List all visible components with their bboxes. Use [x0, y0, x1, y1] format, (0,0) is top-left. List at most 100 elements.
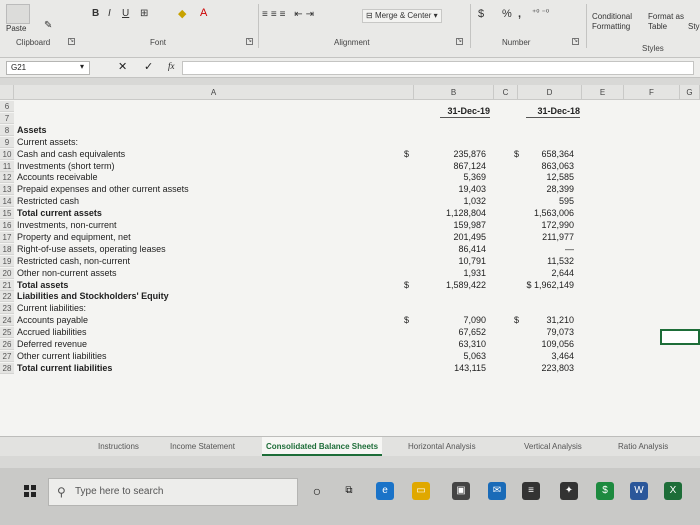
row-header[interactable]: 18	[0, 243, 14, 255]
dropbox-icon[interactable]: ✦	[560, 482, 578, 500]
row-header[interactable]: 23	[0, 303, 14, 315]
clipboard-launcher-icon[interactable]: ↘	[68, 38, 75, 45]
currency-button[interactable]: $	[478, 8, 484, 20]
row-header[interactable]: 6	[0, 101, 14, 112]
value-2019[interactable]: 867,124	[426, 161, 486, 172]
row-label[interactable]: Total current liabilities	[17, 363, 112, 374]
value-2019[interactable]: 1,589,422	[426, 280, 486, 291]
app-icon[interactable]: ≡	[522, 482, 540, 500]
row-header[interactable]: 10	[0, 148, 14, 160]
paste-icon[interactable]	[6, 4, 30, 24]
value-2018[interactable]: 211,977	[516, 232, 574, 243]
underline-button[interactable]: U	[122, 8, 129, 19]
value-2019[interactable]: 86,414	[426, 244, 486, 255]
store-icon[interactable]: ▣	[452, 482, 470, 500]
table-row[interactable]: 16 Investments, non-current 159,987 172,990	[0, 220, 700, 232]
row-label[interactable]: Assets	[17, 125, 47, 136]
row-header[interactable]: 11	[0, 160, 14, 172]
name-box-dropdown-icon[interactable]: ▾	[80, 62, 84, 71]
row-label[interactable]: Total current assets	[17, 208, 102, 219]
row-header[interactable]: 14	[0, 196, 14, 208]
row-label[interactable]: Other non-current assets	[17, 268, 117, 279]
table-row[interactable]: 17 Property and equipment, net 201,495 211,…	[0, 231, 700, 244]
value-2019[interactable]: 10,791	[426, 256, 486, 267]
value-2018[interactable]: 79,073	[516, 327, 574, 338]
table-row[interactable]: 13 Prepaid expenses and other current ass…	[0, 184, 700, 196]
value-2018[interactable]: 658,364	[516, 149, 574, 160]
row-header[interactable]: 19	[0, 255, 14, 267]
value-2018[interactable]: 172,990	[516, 220, 574, 231]
tab-income-statement[interactable]: Income Statement	[166, 437, 239, 456]
row-label[interactable]: Investments, non-current	[17, 220, 117, 231]
value-2019[interactable]: 63,310	[426, 339, 486, 350]
column-header-c[interactable]: C	[494, 85, 518, 100]
merge-center-button[interactable]: ⊟ Merge & Center ▾	[362, 9, 442, 23]
table-row[interactable]: 10 Cash and cash equivalents $235,876 $658,…	[0, 148, 700, 161]
finance-app-icon[interactable]: $	[596, 482, 614, 500]
value-2019[interactable]: 201,495	[426, 232, 486, 243]
table-row[interactable]: 23 Current liabilities:	[0, 303, 700, 315]
row-header[interactable]: 16	[0, 220, 14, 231]
table-row[interactable]: 12 Accounts receivable 5,369 12,585	[0, 172, 700, 184]
select-all-corner[interactable]	[0, 85, 14, 100]
row-header[interactable]: 21	[0, 279, 14, 291]
value-2019[interactable]: 235,876	[426, 149, 486, 160]
value-2019[interactable]: 19,403	[426, 184, 486, 195]
italic-button[interactable]: I	[108, 8, 111, 19]
excel-icon[interactable]: X	[664, 482, 682, 500]
row-label[interactable]: Restricted cash	[17, 196, 79, 207]
tab-ratio-analysis[interactable]: Ratio Analysis	[614, 437, 672, 456]
row-label[interactable]: Current liabilities:	[17, 303, 86, 314]
tab-consolidated-balance-sheets[interactable]: Consolidated Balance Sheets	[262, 437, 383, 456]
file-explorer-icon[interactable]: ▭	[412, 482, 430, 500]
tab-vertical-analysis[interactable]: Vertical Analysis	[520, 437, 586, 456]
row-header[interactable]: 27	[0, 350, 14, 362]
value-2019[interactable]: 67,652	[426, 327, 486, 338]
value-2019[interactable]: 5,063	[426, 351, 486, 362]
row-label[interactable]: Prepaid expenses and other current asset…	[17, 184, 189, 195]
value-2018[interactable]: 12,585	[516, 172, 574, 183]
name-box[interactable]: G21	[6, 61, 90, 75]
row-label[interactable]: Investments (short term)	[17, 161, 115, 172]
alignment-launcher-icon[interactable]: ↘	[456, 38, 463, 45]
decimal-icons[interactable]: ⁺⁰ ⁻⁰	[532, 8, 549, 17]
paste-button[interactable]: Paste	[6, 24, 26, 33]
table-row[interactable]: 20 Other non-current assets 1,931 2,644	[0, 267, 700, 280]
row-label[interactable]: Cash and cash equivalents	[17, 149, 125, 160]
tab-instructions[interactable]: Instructions	[94, 437, 143, 456]
windows-start-icon[interactable]	[24, 485, 36, 497]
taskbar-search-input[interactable]: ⚲ Type here to search	[48, 478, 298, 506]
column-header-a[interactable]: A	[14, 85, 414, 100]
row-label[interactable]: Property and equipment, net	[17, 232, 131, 243]
cell-styles-button[interactable]: Sty	[688, 22, 700, 31]
font-color-icon[interactable]: A	[200, 7, 207, 19]
value-2019[interactable]: 143,115	[426, 363, 486, 374]
row-header[interactable]: 7	[0, 112, 14, 124]
task-view-icon[interactable]: ⧉	[340, 482, 358, 500]
value-2018[interactable]: 223,803	[516, 363, 574, 374]
align-icons[interactable]: ≡≡≡ ⇤⇥	[262, 9, 317, 20]
mail-icon[interactable]: ✉	[488, 482, 506, 500]
value-2018[interactable]: 3,464	[516, 351, 574, 362]
table-row[interactable]: 19 Restricted cash, non-current 10,791 11,5…	[0, 255, 700, 268]
row-header[interactable]: 25	[0, 327, 14, 339]
row-label[interactable]: Right-of-use assets, operating leases	[17, 244, 166, 255]
column-header-b[interactable]: B	[414, 85, 494, 100]
selected-cell-g21[interactable]	[660, 329, 700, 345]
bold-button[interactable]: B	[92, 8, 99, 19]
number-launcher-icon[interactable]: ↘	[572, 38, 579, 45]
value-2018[interactable]: 109,056	[516, 339, 574, 350]
value-2019[interactable]: 1,128,804	[426, 208, 486, 219]
table-row[interactable]: 24 Accounts payable $7,090 $31,210	[0, 315, 700, 327]
table-row[interactable]: 7	[0, 112, 700, 125]
row-header[interactable]: 12	[0, 172, 14, 184]
comma-button[interactable]: ,	[518, 8, 521, 20]
table-row[interactable]: 11 Investments (short term) 867,124 863,063	[0, 160, 700, 173]
enter-icon[interactable]: ✓	[144, 60, 153, 73]
edge-icon[interactable]: e	[376, 482, 394, 500]
format-as-table-button[interactable]: Format as Table	[648, 12, 688, 32]
fill-color-icon[interactable]: ◆	[178, 7, 186, 20]
value-2018[interactable]: —	[516, 244, 574, 255]
word-icon[interactable]: W	[630, 482, 648, 500]
table-row[interactable]: 14 Restricted cash 1,032 595	[0, 196, 700, 208]
